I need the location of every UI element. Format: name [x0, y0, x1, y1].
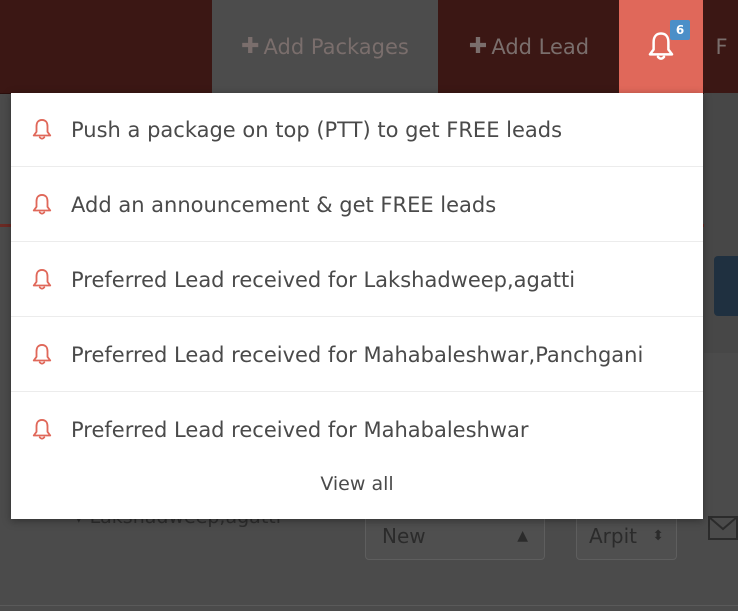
notifications-dropdown: Push a package on top (PTT) to get FREE … — [11, 93, 703, 519]
notification-text: Preferred Lead received for Mahabaleshwa… — [71, 418, 529, 442]
add-packages-button[interactable]: ✚ Add Packages — [212, 0, 438, 93]
plus-icon: ✚ — [468, 34, 488, 59]
notification-text: Preferred Lead received for Mahabaleshwa… — [71, 342, 644, 367]
notification-item[interactable]: Push a package on top (PTT) to get FREE … — [11, 93, 703, 167]
status-select[interactable]: New ▲ — [365, 512, 545, 560]
bell-icon — [32, 343, 52, 365]
user-select[interactable]: Arpit ⬍ — [576, 512, 677, 560]
notification-text: Preferred Lead received for Lakshadweep,… — [71, 267, 576, 292]
nav-more-label: F — [715, 34, 728, 59]
add-lead-label: Add Lead — [491, 34, 590, 59]
select-arrows-icon: ▲ — [517, 528, 528, 544]
mail-icon[interactable] — [708, 516, 738, 540]
bell-icon — [32, 118, 52, 140]
user-select-value: Arpit — [589, 524, 637, 548]
status-select-value: New — [382, 524, 426, 548]
notifications-button[interactable] — [619, 0, 703, 93]
notification-item[interactable]: Preferred Lead received for Lakshadweep,… — [11, 243, 703, 317]
background-action-button[interactable] — [714, 256, 738, 316]
notification-text: Add an announcement & get FREE leads — [71, 192, 497, 217]
add-packages-label: Add Packages — [263, 34, 409, 59]
notification-text: Push a package on top (PTT) to get FREE … — [71, 117, 563, 142]
notification-item[interactable]: Add an announcement & get FREE leads — [11, 168, 703, 242]
notification-item[interactable]: Preferred Lead received for Mahabaleshwa… — [11, 393, 703, 467]
add-lead-button[interactable]: ✚ Add Lead — [440, 0, 618, 93]
notification-count-badge: 6 — [670, 20, 690, 40]
bell-icon — [32, 193, 52, 215]
bell-icon — [32, 268, 52, 290]
background-row-divider — [0, 605, 738, 606]
plus-icon: ✚ — [241, 34, 260, 59]
select-arrows-icon: ⬍ — [652, 528, 664, 544]
nav-more-button[interactable]: F — [705, 0, 738, 93]
bell-icon — [32, 418, 52, 440]
view-all-link[interactable]: View all — [11, 473, 703, 495]
notification-item[interactable]: Preferred Lead received for Mahabaleshwa… — [11, 318, 703, 392]
